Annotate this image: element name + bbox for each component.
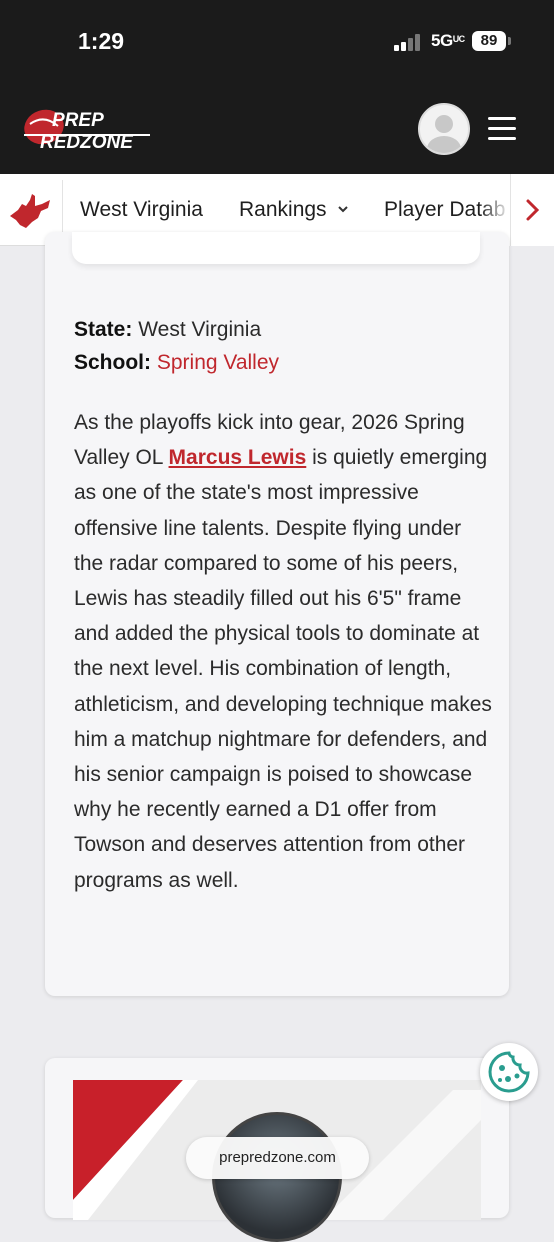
- status-bar: 1:29 5GUC 89: [0, 0, 554, 88]
- state-label: State:: [74, 318, 133, 341]
- battery-nub: [508, 37, 511, 45]
- article-text-rest: is quietly emerging as one of the state'…: [74, 446, 492, 892]
- school-link[interactable]: Spring Valley: [157, 351, 279, 374]
- network-indicator: 5GUC: [431, 31, 465, 50]
- media-card-bottom-edge: [72, 232, 480, 264]
- signal-icon: [394, 33, 424, 51]
- article-meta: State: West Virginia School: Spring Vall…: [74, 313, 279, 379]
- state-value: West Virginia: [138, 318, 262, 341]
- browser-url-pill[interactable]: prepredzone.com: [186, 1137, 369, 1179]
- subnav-next-button[interactable]: [510, 174, 554, 246]
- school-row: School: Spring Valley: [74, 346, 279, 379]
- west-virginia-map-icon[interactable]: [8, 192, 52, 230]
- player-link[interactable]: Marcus Lewis: [169, 446, 307, 469]
- user-avatar-icon[interactable]: [418, 103, 470, 155]
- hamburger-menu-icon[interactable]: [488, 117, 516, 141]
- site-header: PREP REDZONE: [0, 88, 554, 174]
- cookie-icon[interactable]: [480, 1043, 538, 1101]
- nav-rankings-label: Rankings: [239, 198, 327, 221]
- status-time: 1:29: [78, 28, 125, 54]
- chevron-right-icon: [526, 199, 540, 221]
- subnav-divider: [62, 180, 63, 240]
- school-label: School:: [74, 351, 151, 374]
- battery-indicator: 89: [472, 31, 506, 51]
- nav-west-virginia[interactable]: West Virginia: [80, 198, 203, 222]
- prep-redzone-logo[interactable]: PREP REDZONE: [22, 104, 152, 156]
- nav-rankings[interactable]: Rankings: [239, 198, 349, 222]
- state-row: State: West Virginia: [74, 313, 279, 346]
- svg-text:PREP: PREP: [52, 110, 104, 131]
- chevron-down-icon: [338, 206, 349, 213]
- article-body: As the playoffs kick into gear, 2026 Spr…: [74, 405, 494, 898]
